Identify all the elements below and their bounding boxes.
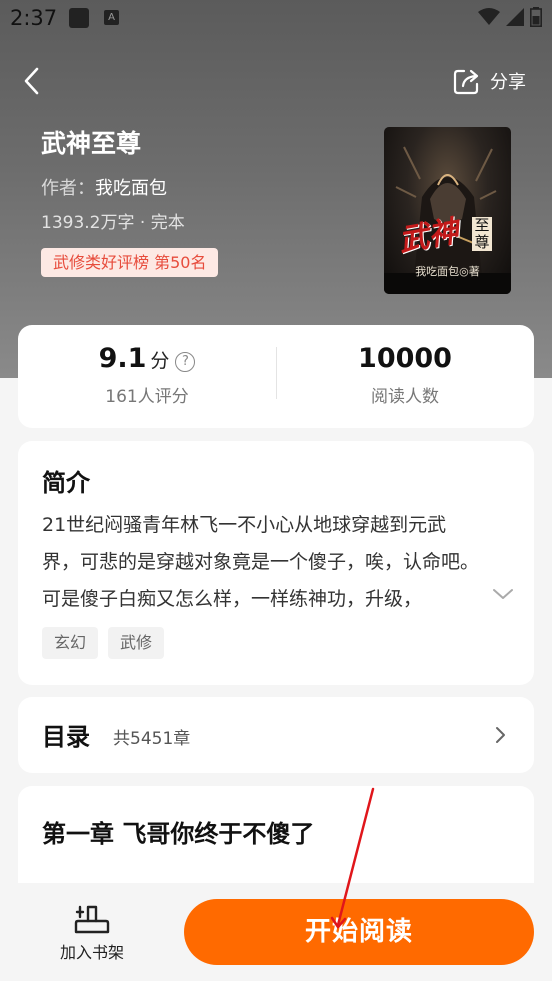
back-button[interactable] bbox=[18, 64, 48, 98]
start-reading-button[interactable]: 开始阅读 bbox=[184, 899, 534, 965]
status-bar: 2:37 A bbox=[0, 0, 552, 38]
score-stat[interactable]: 9.1 分? 161人评分 bbox=[18, 343, 276, 407]
tag-item[interactable]: 玄幻 bbox=[42, 627, 99, 659]
author-row: 作者：我吃面包 bbox=[41, 174, 167, 200]
tag-item[interactable]: 武修 bbox=[108, 627, 165, 659]
share-button[interactable]: 分享 bbox=[452, 64, 526, 98]
chapter-title: 第一章 飞哥你终于不傻了 bbox=[42, 820, 315, 848]
back-arrow-icon bbox=[24, 67, 39, 95]
chevron-down-icon[interactable] bbox=[492, 587, 514, 601]
readers-value: 10000 bbox=[358, 343, 452, 374]
book-title: 武神至尊 bbox=[41, 129, 142, 158]
status-time: 2:37 bbox=[10, 6, 58, 30]
chapter-count: 共5451章 bbox=[113, 729, 191, 749]
wifi-icon bbox=[478, 8, 500, 25]
rating-card: 9.1 分? 161人评分 10000 阅读人数 bbox=[18, 325, 534, 428]
chevron-right-icon bbox=[496, 727, 505, 743]
book-meta: 1393.2万字 · 完本 bbox=[41, 213, 185, 233]
readers-stat: 10000 阅读人数 bbox=[276, 343, 534, 407]
bookshelf-add-icon bbox=[74, 905, 110, 934]
add-to-shelf-button[interactable]: 加入书架 bbox=[48, 903, 136, 965]
bottom-action-bar: 加入书架 开始阅读 bbox=[0, 883, 552, 981]
author-label: 作者： bbox=[41, 178, 95, 199]
raters-label: 161人评分 bbox=[105, 387, 189, 407]
add-to-shelf-label: 加入书架 bbox=[59, 943, 124, 962]
readers-label: 阅读人数 bbox=[371, 387, 439, 407]
book-cover: 武神 至尊 我吃面包◎著 bbox=[384, 127, 511, 294]
notification-icon bbox=[69, 8, 89, 28]
synopsis-text[interactable]: 21世纪闷骚青年林飞一不小心从地球穿越到元武界，可悲的是穿越对象竟是一个傻子，唉… bbox=[42, 507, 484, 618]
rank-badge[interactable]: 武修类好评榜 第50名 bbox=[41, 248, 219, 277]
score-unit: 分 bbox=[150, 350, 170, 372]
cover-subtitle: 至尊 bbox=[472, 217, 492, 251]
battery-icon bbox=[530, 7, 542, 27]
status-icons bbox=[478, 7, 542, 27]
synopsis-title: 简介 bbox=[42, 469, 90, 497]
score-value: 9.1 bbox=[98, 343, 147, 374]
catalog-title: 目录 bbox=[42, 723, 90, 751]
signal-icon bbox=[506, 8, 524, 26]
catalog-row[interactable]: 目录 共5451章 bbox=[18, 697, 534, 773]
author-name[interactable]: 我吃面包 bbox=[95, 178, 167, 199]
cover-author: 我吃面包◎著 bbox=[415, 265, 480, 278]
tag-list: 玄幻 武修 bbox=[42, 627, 165, 659]
synopsis-card: 简介 21世纪闷骚青年林飞一不小心从地球穿越到元武界，可悲的是穿越对象竟是一个傻… bbox=[18, 441, 534, 685]
keyboard-icon: A bbox=[104, 10, 119, 25]
share-label: 分享 bbox=[490, 72, 526, 93]
help-icon[interactable]: ? bbox=[175, 352, 196, 372]
share-icon bbox=[453, 69, 479, 95]
